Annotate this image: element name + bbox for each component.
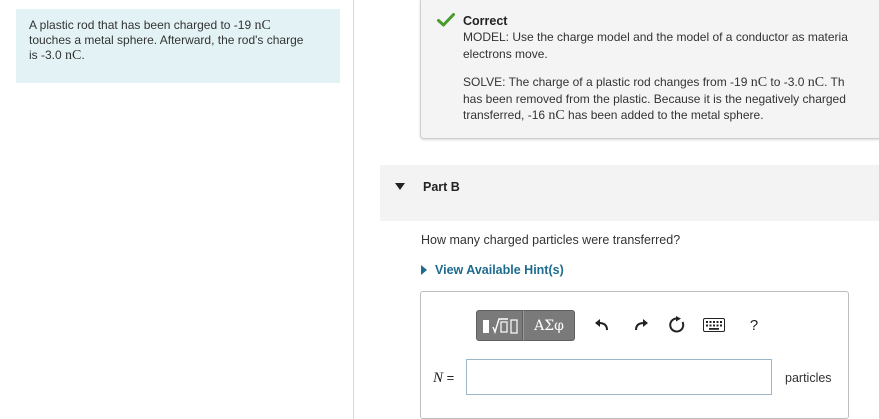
correct-feedback-box: Correct MODEL: Use the charge model and … [420, 0, 879, 139]
greek-symbols-button[interactable]: ΑΣφ [523, 310, 575, 341]
reset-icon[interactable] [666, 314, 688, 336]
answer-unit: particles [785, 371, 832, 385]
column-divider [353, 0, 354, 419]
checkmark-icon [437, 13, 455, 27]
problem-line-3: is -3.0 nC. [29, 48, 85, 63]
help-button[interactable]: ? [743, 314, 765, 336]
keyboard-icon[interactable] [702, 314, 726, 336]
problem-statement: A plastic rod that has been charged to -… [16, 9, 340, 83]
templates-icon [482, 317, 518, 334]
collapse-caret-icon[interactable] [395, 183, 405, 190]
feedback-solve-line-3: transferred, -16 nC has been added to th… [463, 108, 764, 123]
problem-line-2: touches a metal sphere. Afterward, the r… [29, 33, 304, 47]
view-hints-link[interactable]: View Available Hint(s) [421, 263, 564, 277]
feedback-solve-line-2: has been removed from the plastic. Becau… [463, 92, 846, 106]
problem-line-1: A plastic rod that has been charged to -… [29, 18, 271, 33]
answer-input[interactable] [466, 359, 772, 395]
feedback-model-line-2: electrons move. [463, 47, 548, 61]
templates-button[interactable] [476, 310, 523, 341]
question-text: How many charged particles were transfer… [421, 233, 681, 247]
feedback-solve-line-1: SOLVE: The charge of a plastic rod chang… [463, 75, 845, 90]
feedback-title: Correct [463, 14, 508, 28]
math-toolbar-buttons: ΑΣφ [476, 310, 575, 341]
feedback-model-line-1: MODEL: Use the charge model and the mode… [463, 30, 848, 44]
part-b-title: Part B [423, 180, 460, 194]
undo-icon[interactable] [591, 314, 613, 336]
redo-icon[interactable] [630, 314, 652, 336]
answer-variable-label: N = [433, 370, 455, 386]
expand-triangle-icon [421, 265, 427, 275]
